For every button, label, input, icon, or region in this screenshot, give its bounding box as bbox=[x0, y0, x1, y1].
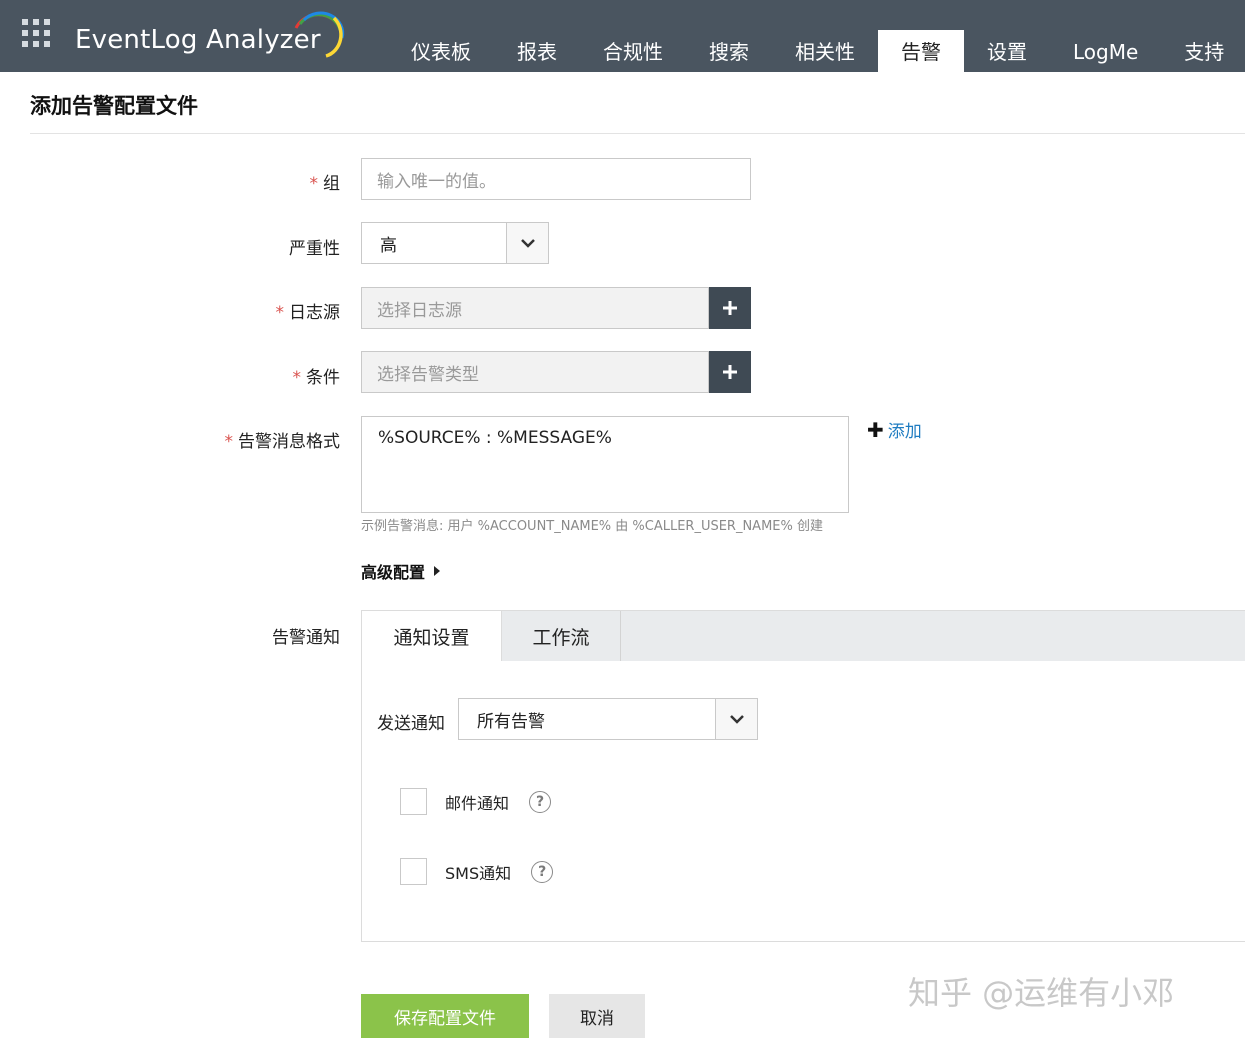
nav-tab-search[interactable]: 搜索 bbox=[686, 30, 772, 72]
severity-label: 严重性 bbox=[289, 239, 340, 259]
advanced-config-label: 高级配置 bbox=[361, 563, 426, 582]
nav-tab-dashboard[interactable]: 仪表板 bbox=[388, 30, 494, 72]
main-nav: 仪表板 报表 合规性 搜索 相关性 告警 设置 LogMe 支持 bbox=[388, 30, 1245, 72]
log-source-label: * 日志源 bbox=[276, 298, 341, 323]
tab-workflow[interactable]: 工作流 bbox=[502, 611, 621, 661]
nav-tab-logme[interactable]: LogMe bbox=[1050, 30, 1161, 72]
top-navigation-bar: EventLog Analyzer 仪表板 报表 合规性 搜索 相关性 告警 设… bbox=[0, 0, 1245, 72]
app-grid-icon[interactable] bbox=[22, 19, 50, 47]
required-mark: * bbox=[275, 303, 285, 323]
nav-tab-settings[interactable]: 设置 bbox=[964, 30, 1050, 72]
brand-logo-arc-icon bbox=[294, 11, 345, 58]
condition-label: * 条件 bbox=[293, 363, 341, 388]
notification-tabs: 通知设置 工作流 bbox=[362, 611, 1245, 661]
nav-tab-compliance[interactable]: 合规性 bbox=[580, 30, 686, 72]
nav-tab-correlation[interactable]: 相关性 bbox=[772, 30, 878, 72]
log-source-input[interactable]: 选择日志源 bbox=[361, 287, 709, 329]
brand-logo-text: EventLog Analyzer bbox=[75, 25, 321, 55]
sms-notification-checkbox[interactable] bbox=[400, 858, 427, 885]
advanced-config-toggle[interactable]: 高级配置 bbox=[361, 559, 441, 583]
alert-notification-label: 告警通知 bbox=[272, 628, 340, 648]
help-icon[interactable]: ? bbox=[529, 790, 552, 813]
email-notification-row: 邮件通知 ? bbox=[400, 788, 552, 815]
sms-notification-row: SMS通知 ? bbox=[400, 858, 554, 885]
required-mark: * bbox=[309, 174, 319, 194]
tab-notification-settings[interactable]: 通知设置 bbox=[362, 611, 502, 661]
notification-panel: 通知设置 工作流 bbox=[361, 610, 1245, 942]
condition-placeholder: 选择告警类型 bbox=[377, 364, 479, 385]
title-divider bbox=[30, 133, 1245, 134]
send-notification-value: 所有告警 bbox=[477, 711, 545, 732]
watermark: 知乎 @运维有小邓 bbox=[908, 974, 1175, 1012]
plus-icon: ✚ bbox=[867, 417, 884, 442]
page-title: 添加告警配置文件 bbox=[30, 94, 198, 118]
add-condition-button[interactable] bbox=[709, 351, 751, 393]
severity-value: 高 bbox=[380, 235, 397, 256]
email-notification-checkbox[interactable] bbox=[400, 788, 427, 815]
group-input-placeholder: 输入唯一的值。 bbox=[377, 171, 496, 192]
help-icon[interactable]: ? bbox=[531, 860, 554, 883]
cancel-button[interactable]: 取消 bbox=[549, 994, 645, 1038]
chevron-down-icon bbox=[715, 699, 757, 739]
save-profile-button[interactable]: 保存配置文件 bbox=[361, 994, 529, 1038]
condition-label-text: 条件 bbox=[306, 368, 340, 388]
message-format-textarea[interactable]: %SOURCE% : %MESSAGE% bbox=[361, 416, 849, 513]
nav-tab-support[interactable]: 支持 bbox=[1161, 30, 1245, 72]
add-variable-link[interactable]: ✚ 添加 bbox=[867, 417, 922, 443]
group-label: * 组 bbox=[310, 169, 341, 194]
condition-input[interactable]: 选择告警类型 bbox=[361, 351, 709, 393]
add-log-source-button[interactable] bbox=[709, 287, 751, 329]
message-format-label: * 告警消息格式 bbox=[225, 427, 341, 452]
chevron-down-icon bbox=[506, 223, 548, 263]
required-mark: * bbox=[224, 432, 234, 452]
required-mark: * bbox=[292, 368, 302, 388]
nav-tab-reports[interactable]: 报表 bbox=[494, 30, 580, 72]
send-notification-label: 发送通知 bbox=[377, 714, 445, 734]
group-input[interactable]: 输入唯一的值。 bbox=[361, 158, 751, 200]
sms-notification-label: SMS通知 bbox=[445, 863, 512, 883]
email-notification-label: 邮件通知 bbox=[445, 793, 510, 813]
caret-right-icon bbox=[434, 566, 441, 576]
log-source-placeholder: 选择日志源 bbox=[377, 300, 462, 321]
severity-select[interactable]: 高 bbox=[361, 222, 549, 264]
message-format-label-text: 告警消息格式 bbox=[238, 432, 340, 452]
add-variable-label: 添加 bbox=[887, 422, 922, 442]
nav-tab-alerts[interactable]: 告警 bbox=[878, 30, 964, 72]
log-source-label-text: 日志源 bbox=[289, 303, 340, 323]
plus-icon bbox=[723, 365, 737, 379]
group-label-text: 组 bbox=[323, 174, 340, 194]
send-notification-select[interactable]: 所有告警 bbox=[458, 698, 758, 740]
message-format-hint: 示例告警消息: 用户 %ACCOUNT_NAME% 由 %CALLER_USER… bbox=[361, 519, 823, 534]
plus-icon bbox=[723, 301, 737, 315]
